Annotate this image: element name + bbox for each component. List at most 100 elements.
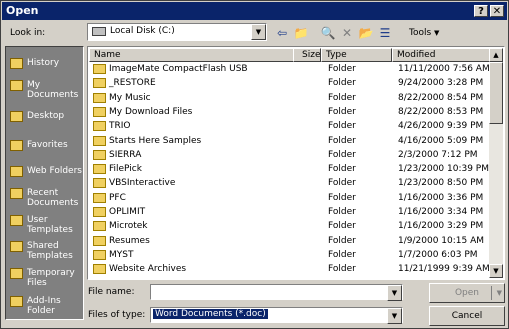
file-type: Folder [328,249,356,260]
folder-icon [10,241,23,252]
delete-icon[interactable]: ✕ [338,24,356,42]
open-label: Open [454,288,480,298]
file-modified: 1/23/2000 8:50 PM [398,178,484,189]
new-folder-icon[interactable]: 📂 [357,24,375,42]
folder-icon [93,78,106,89]
files-of-type-value: Word Documents (*.doc) [153,309,268,319]
list-item[interactable]: Website Archives Folder 11/21/1999 9:39 AM [89,262,490,276]
back-icon[interactable]: ⇦ [273,24,291,42]
scroll-down-icon[interactable]: ▼ [489,264,503,278]
file-modified: 1/16/2000 3:36 PM [398,192,484,203]
tools-label: Tools [409,28,432,38]
file-name: Starts Here Samples [109,135,202,146]
file-name: VBSInteractive [109,178,176,189]
file-type: Folder [328,264,356,275]
file-name: My Music [109,92,151,103]
dropdown-arrow-icon[interactable]: ▼ [251,24,266,40]
list-item[interactable]: Microtek Folder 1/16/2000 3:29 PM [89,219,489,233]
views-icon[interactable]: ☰ [376,24,394,42]
up-folder-icon[interactable]: 📁 [292,24,310,42]
file-type: Folder [328,92,356,103]
file-name: MYST [109,249,134,260]
look-in-combo[interactable]: Local Disk (C:) ▼ [87,23,267,41]
file-name-field[interactable]: ▼ [150,284,403,301]
file-name: Microtek [109,221,148,232]
file-type: Folder [328,64,356,74]
look-in-label: Look in: [10,28,46,38]
list-item[interactable]: MYST Folder 1/7/2000 6:03 PM [89,248,489,262]
help-button[interactable]: ? [474,5,488,17]
vertical-scrollbar[interactable]: ▲ ▼ [489,48,503,278]
open-dialog: Open ? ✕ Look in: Local Disk (C:) ▼ ⇦ 📁 … [0,0,509,329]
file-type: Folder [328,164,356,175]
file-modified: 4/16/2000 5:09 PM [398,135,484,146]
files-of-type-dropdown-icon[interactable]: ▼ [387,308,402,324]
file-type: Folder [328,135,356,146]
folder-icon [10,166,23,177]
list-item[interactable]: OPLIMIT Folder 1/16/2000 3:34 PM [89,205,489,219]
folder-icon [93,192,106,203]
column-header-name[interactable]: Name [89,48,321,62]
folder-icon [93,149,106,160]
folder-icon [93,121,106,132]
scroll-up-icon[interactable]: ▲ [489,48,503,62]
column-header-type[interactable]: Type [321,48,392,62]
column-header-modified[interactable]: Modified [392,48,490,62]
file-modified: 1/23/2000 10:39 PM [398,164,489,175]
folder-icon [93,106,106,117]
folder-icon [10,215,23,226]
file-type: Folder [328,78,356,89]
file-name-label: File name: [88,287,135,297]
file-name: Resumes [109,235,150,246]
open-chevron-down-icon[interactable]: ▼ [497,284,502,302]
list-item[interactable]: ImageMate CompactFlash USB Folder 11/11/20… [89,62,490,76]
file-name: My Download Files [109,106,193,117]
list-item[interactable]: Starts Here Samples Folder 4/16/2000 5:09 … [89,134,489,148]
file-type: Folder [328,192,356,203]
list-item[interactable]: _RESTORE Folder 9/24/2000 3:28 PM [89,76,489,90]
list-item[interactable]: FilePick Folder 1/23/2000 10:39 PM [89,162,489,176]
list-item[interactable]: PFC Folder 1/16/2000 3:36 PM [89,191,489,205]
folder-icon [93,207,106,217]
sidebar-item-label: My Documents [27,80,79,100]
list-item[interactable]: Resumes Folder 1/9/2000 10:15 AM [89,234,489,248]
file-type: Folder [328,149,356,160]
scroll-thumb[interactable] [489,62,503,124]
folder-icon [10,111,23,122]
folder-icon [93,135,106,146]
folder-icon [93,164,106,175]
folder-icon [93,221,106,232]
tools-menu[interactable]: Tools ▼ [409,28,439,38]
list-item[interactable]: SIERRA Folder 2/3/2000 7:12 PM [89,148,489,162]
open-split-divider [491,286,492,300]
search-web-icon[interactable]: 🔍 [319,24,337,42]
sidebar-item-label: Shared Templates [27,241,73,261]
file-list[interactable]: Name Size Type Modified ImageMate Compac… [87,46,505,280]
folder-icon [93,92,106,103]
folder-icon [93,178,106,189]
list-item[interactable]: TRIO Folder 4/26/2000 9:39 PM [89,119,489,133]
window-title: Open [6,4,39,17]
file-name: _RESTORE [109,78,156,89]
column-header-size[interactable]: Size [293,48,321,62]
file-modified: 11/11/2000 7:56 AM [398,64,490,74]
folder-icon [10,188,23,199]
files-of-type-select[interactable]: Word Documents (*.doc) ▼ [150,307,403,324]
file-modified: 1/9/2000 10:15 AM [398,235,485,246]
cancel-button[interactable]: Cancel [429,306,505,326]
close-button[interactable]: ✕ [490,5,504,17]
open-button[interactable]: Open ▼ [429,283,505,303]
file-type: Folder [328,178,356,189]
file-name: ImageMate CompactFlash USB [109,64,248,74]
sidebar-item-label: Recent Documents [27,188,79,208]
file-modified: 11/21/1999 9:39 AM [398,264,490,275]
file-modified: 1/7/2000 6:03 PM [398,249,478,260]
file-name-dropdown-icon[interactable]: ▼ [387,285,402,301]
list-item[interactable]: My Music Folder 8/22/2000 8:54 PM [89,91,489,105]
list-item[interactable]: VBSInteractive Folder 1/23/2000 8:50 PM [89,176,489,190]
file-type: Folder [328,221,356,232]
folder-icon [10,58,23,69]
list-item[interactable]: My Download Files Folder 8/22/2000 8:53 PM [89,105,489,119]
chevron-down-icon: ▼ [434,29,440,37]
folder-icon [10,140,23,151]
